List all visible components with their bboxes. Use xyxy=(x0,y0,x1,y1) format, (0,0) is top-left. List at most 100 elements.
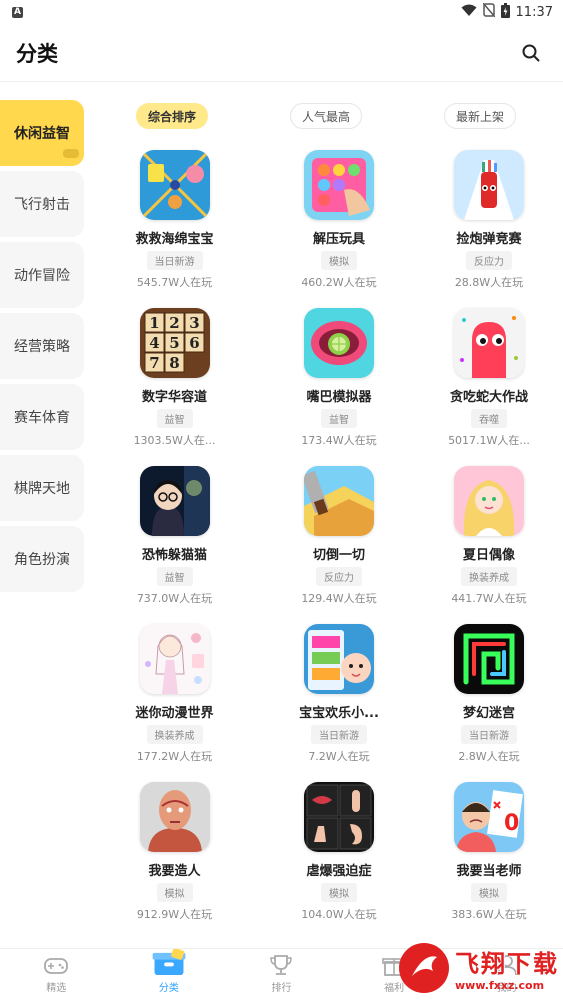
game-name: 救救海绵宝宝 xyxy=(135,232,214,247)
game-players: 28.8W人在玩 xyxy=(454,276,524,289)
svg-text:2: 2 xyxy=(169,314,179,332)
game-tag: 吞噬 xyxy=(471,409,507,428)
game-card[interactable]: 嘴巴模拟器 益智 173.4W人在玩 xyxy=(263,308,415,466)
status-time: 11:37 xyxy=(515,4,553,20)
game-tag: 模拟 xyxy=(156,883,193,902)
game-players: 173.4W人在玩 xyxy=(301,434,377,447)
game-card[interactable]: 0 我要当老师 模拟 383.6W人在玩 xyxy=(415,782,563,940)
battery-charging-icon xyxy=(500,2,510,22)
game-list-panel: 综合排序 人气最高 最新上架 救救海绵宝宝 当日新游 545.7W人在玩 解压玩… xyxy=(86,82,563,948)
svg-text:7: 7 xyxy=(149,354,159,372)
game-name: 恐怖躲猫猫 xyxy=(141,548,207,563)
game-card[interactable]: 恐怖躲猫猫 益智 737.0W人在玩 xyxy=(86,466,263,624)
game-players: 460.2W人在玩 xyxy=(301,276,377,289)
cannon-race-icon xyxy=(454,150,524,220)
nav-category[interactable]: 分类 xyxy=(113,949,226,1000)
svg-text:5: 5 xyxy=(169,334,179,352)
site-watermark: 飞翔下载 www.fxxz.com xyxy=(399,940,559,996)
sidebar-item-board-card[interactable]: 棋牌天地 xyxy=(0,455,84,521)
game-card[interactable]: 123 456 78 数字华容道 益智 1303.5W人在... xyxy=(86,308,263,466)
game-tag: 当日新游 xyxy=(311,725,367,744)
ocd-puzzle-icon xyxy=(304,782,374,852)
mouth-simulator-icon xyxy=(304,308,374,378)
game-name: 数字华容道 xyxy=(141,390,207,405)
game-players: 129.4W人在玩 xyxy=(301,592,377,605)
game-tag: 益智 xyxy=(321,409,357,428)
svg-text:4: 4 xyxy=(149,334,159,352)
game-card[interactable]: 梦幻迷宫 当日新游 2.8W人在玩 xyxy=(415,624,563,782)
nav-featured[interactable]: 精选 xyxy=(0,949,113,1000)
sidebar-item-role-playing[interactable]: 角色扮演 xyxy=(0,526,84,592)
dream-maze-icon xyxy=(454,624,524,694)
snake-battle-icon xyxy=(454,308,524,378)
game-tag: 换装养成 xyxy=(146,725,203,744)
game-card[interactable]: 切倒一切 反应力 129.4W人在玩 xyxy=(263,466,415,624)
game-players: 5017.1W人在... xyxy=(448,434,530,447)
status-bar: A 11:37 xyxy=(0,0,563,24)
status-right: 11:37 xyxy=(461,2,553,22)
nav-label: 排行 xyxy=(271,983,292,994)
watermark-text: 飞翔下载 www.fxxz.com xyxy=(455,944,559,992)
tab-comprehensive-sort[interactable]: 综合排序 xyxy=(136,103,209,129)
game-card[interactable]: 我要造人 模拟 912.9W人在玩 xyxy=(86,782,263,940)
trophy-icon xyxy=(270,955,293,975)
game-players: 441.7W人在玩 xyxy=(451,592,527,605)
tab-newest[interactable]: 最新上架 xyxy=(444,103,517,129)
game-card[interactable]: 捡炮弹竞赛 反应力 28.8W人在玩 xyxy=(415,150,563,308)
sidebar-item-action-adventure[interactable]: 动作冒险 xyxy=(0,242,84,308)
sidebar-item-label: 经营策略 xyxy=(14,339,70,355)
sidebar-item-management-strategy[interactable]: 经营策略 xyxy=(0,313,84,379)
game-players: 7.2W人在玩 xyxy=(308,750,370,763)
game-name: 梦幻迷宫 xyxy=(462,706,515,721)
sidebar-item-racing-sports[interactable]: 赛车体育 xyxy=(0,384,84,450)
game-card[interactable]: 宝宝欢乐小... 当日新游 7.2W人在玩 xyxy=(263,624,415,782)
slice-all-icon xyxy=(304,466,374,536)
sponge-rescue-icon xyxy=(139,150,210,220)
game-players: 383.6W人在玩 xyxy=(451,908,527,921)
game-card[interactable]: 迷你动漫世界 换装养成 177.2W人在玩 xyxy=(86,624,263,782)
app-bar: 分类 xyxy=(0,24,563,82)
game-card[interactable]: 夏日偶像 换装养成 441.7W人在玩 xyxy=(415,466,563,624)
sidebar-item-casual-puzzle[interactable]: 休闲益智 xyxy=(0,100,84,166)
number-puzzle-icon: 123 456 78 xyxy=(139,308,210,378)
nav-label: 精选 xyxy=(46,983,67,994)
game-tag: 模拟 xyxy=(321,883,357,902)
game-players: 2.8W人在玩 xyxy=(458,750,520,763)
game-tag: 当日新游 xyxy=(146,251,203,270)
game-tag: 模拟 xyxy=(471,883,507,902)
sidebar-item-flight-shooting[interactable]: 飞行射击 xyxy=(0,171,84,237)
watermark-title: 飞翔下载 xyxy=(455,950,559,978)
category-box-icon xyxy=(152,949,186,976)
summer-idol-icon xyxy=(454,466,524,536)
game-name: 切倒一切 xyxy=(312,548,365,563)
nav-ranking[interactable]: 排行 xyxy=(225,949,338,1000)
game-tag: 当日新游 xyxy=(461,725,517,744)
tab-most-popular[interactable]: 人气最高 xyxy=(290,103,363,129)
content-area: 休闲益智 飞行射击 动作冒险 经营策略 赛车体育 棋牌天地 角色扮演 综合排序 … xyxy=(0,82,563,948)
status-left: A xyxy=(12,6,23,18)
page-title: 分类 xyxy=(16,41,58,66)
sidebar-item-label: 休闲益智 xyxy=(14,126,70,142)
game-card[interactable]: 贪吃蛇大作战 吞噬 5017.1W人在... xyxy=(415,308,563,466)
search-button[interactable] xyxy=(519,41,543,65)
watermark-url: www.fxxz.com xyxy=(455,979,545,992)
game-card[interactable]: 解压玩具 模拟 460.2W人在玩 xyxy=(263,150,415,308)
baby-fun-icon xyxy=(304,624,374,694)
sidebar-item-label: 角色扮演 xyxy=(14,552,70,568)
sidebar-item-label: 飞行射击 xyxy=(14,197,70,213)
svg-text:8: 8 xyxy=(169,354,179,372)
game-card[interactable]: 虐爆强迫症 模拟 104.0W人在玩 xyxy=(263,782,415,940)
game-name: 迷你动漫世界 xyxy=(135,706,214,721)
sort-tabs: 综合排序 人气最高 最新上架 xyxy=(86,101,563,131)
gamepad-watermark-icon xyxy=(63,149,79,158)
svg-text:3: 3 xyxy=(189,314,199,332)
game-name: 我要当老师 xyxy=(456,864,522,879)
game-players: 737.0W人在玩 xyxy=(136,592,213,605)
game-players: 1303.5W人在... xyxy=(133,434,216,447)
make-human-icon xyxy=(139,782,210,852)
app-screen: A 11:37 分类 休闲益智 飞行射击 动作冒险 经营策略 赛车体育 棋牌天地… xyxy=(0,0,563,1000)
game-card[interactable]: 救救海绵宝宝 当日新游 545.7W人在玩 xyxy=(86,150,263,308)
search-icon xyxy=(522,44,540,61)
game-players: 545.7W人在玩 xyxy=(136,276,213,289)
game-tag: 换装养成 xyxy=(461,567,517,586)
